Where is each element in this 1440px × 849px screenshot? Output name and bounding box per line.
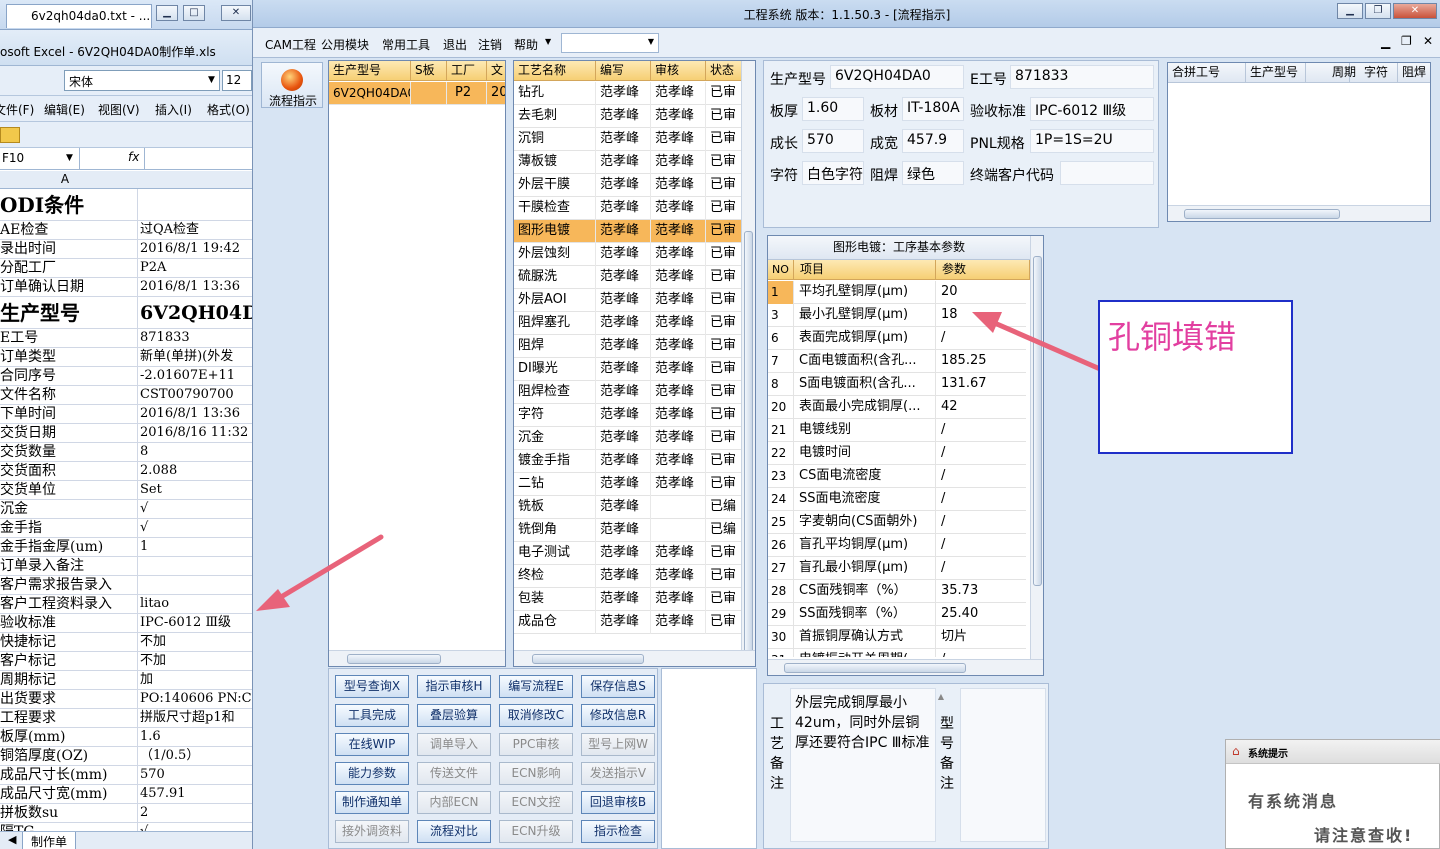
home-icon: ⌂: [1232, 744, 1240, 758]
annotation-arrow-excel: [273, 534, 384, 603]
notification-title: 系统提示: [1248, 749, 1288, 760]
arrow-head-icon: [972, 312, 1002, 333]
notification-header: ⌂ 系统提示: [1226, 740, 1440, 764]
notification-line2: 请注意查收!: [1314, 826, 1414, 845]
notification-line1: 有系统消息: [1248, 792, 1339, 811]
annotation-text: 孔铜填错: [1108, 318, 1237, 356]
annotation-box: 孔铜填错: [1098, 300, 1293, 454]
system-notification[interactable]: ⌂ 系统提示 有系统消息 请注意查收!: [1225, 739, 1440, 849]
